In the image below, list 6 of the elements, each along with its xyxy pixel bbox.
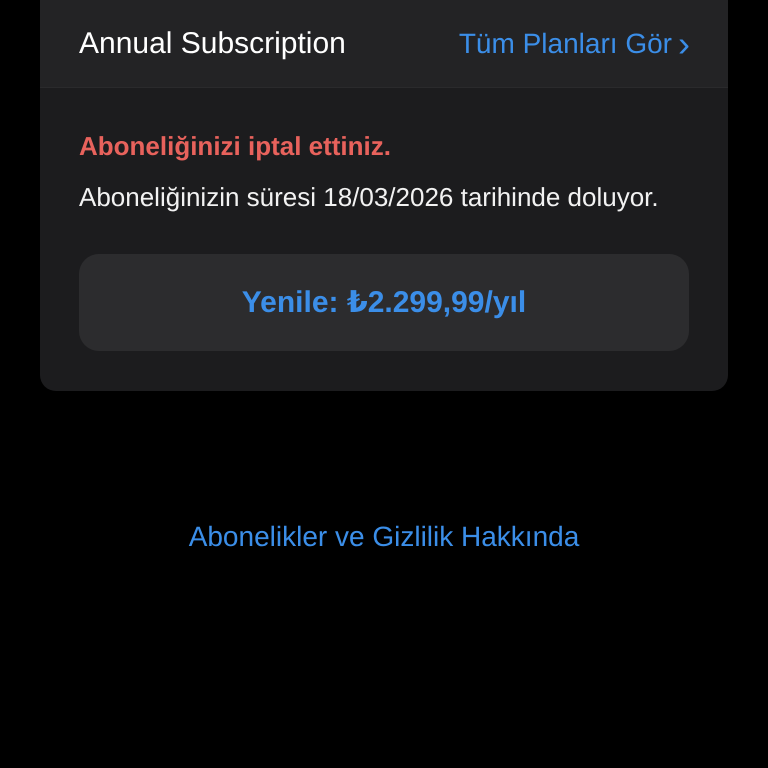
- expiry-text: Aboneliğinizin süresi 18/03/2026 tarihinde doluyor.: [79, 181, 660, 214]
- renew-button[interactable]: Yenile: ₺2.299,99/yıl: [79, 254, 689, 351]
- all-plans-link[interactable]: Tüm Planları Gör ›: [458, 28, 690, 60]
- cancelled-status: Aboneliğinizi iptal ettiniz.: [79, 130, 392, 162]
- card-title: Annual Subscription: [79, 26, 346, 60]
- privacy-link[interactable]: Abonelikler ve Gizlilik Hakkında: [188, 521, 580, 553]
